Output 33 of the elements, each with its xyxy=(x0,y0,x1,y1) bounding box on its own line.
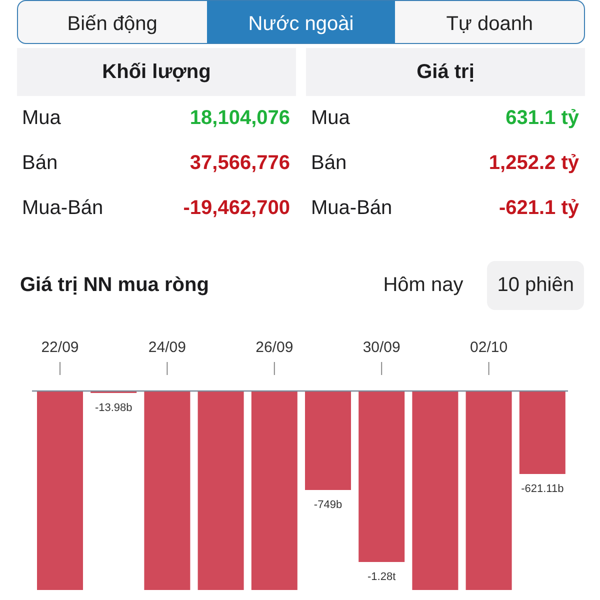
value-label: -1.28t xyxy=(368,571,396,583)
row-value: 37,566,776 xyxy=(190,152,290,175)
date-label: 02/10 xyxy=(470,339,508,356)
row-value: 1,252.2 tỷ xyxy=(488,152,579,175)
row-value: -19,462,700 xyxy=(183,197,290,220)
row-label: Mua xyxy=(22,107,61,130)
row-value: 18,104,076 xyxy=(190,107,290,130)
tick-mark xyxy=(274,362,275,376)
tick-mark xyxy=(381,362,382,376)
tick-mark xyxy=(488,362,490,376)
date-label: 22/09 xyxy=(41,339,79,356)
section-title: Giá trị NN mua ròng xyxy=(20,274,210,297)
tick-mark xyxy=(166,362,168,376)
date-label: 26/09 xyxy=(256,339,294,356)
value-label: -749b xyxy=(314,499,342,511)
value-label: -13.98b xyxy=(94,402,132,414)
tab[interactable]: Biến động xyxy=(18,1,207,43)
row-label: Mua-Bán xyxy=(311,197,392,220)
row-label: Mua xyxy=(311,107,350,130)
period-button[interactable]: Hôm nay xyxy=(373,261,474,310)
value-label: -621.11b xyxy=(521,483,564,495)
tab[interactable]: Nước ngoài xyxy=(206,1,396,43)
date-label: 30/09 xyxy=(362,339,400,356)
period-button[interactable]: 10 phiên xyxy=(487,261,584,310)
row-label: Bán xyxy=(22,152,58,175)
row-label: Bán xyxy=(311,152,347,175)
date-label: 24/09 xyxy=(148,339,186,356)
column-header: Giá trị xyxy=(306,48,585,96)
row-label: Mua-Bán xyxy=(22,197,104,220)
tab[interactable]: Tự doanh xyxy=(395,1,584,43)
row-value: 631.1 tỷ xyxy=(506,107,579,130)
row-value: -621.1 tỷ xyxy=(498,197,579,220)
column-header: Khối lượng xyxy=(17,48,296,96)
